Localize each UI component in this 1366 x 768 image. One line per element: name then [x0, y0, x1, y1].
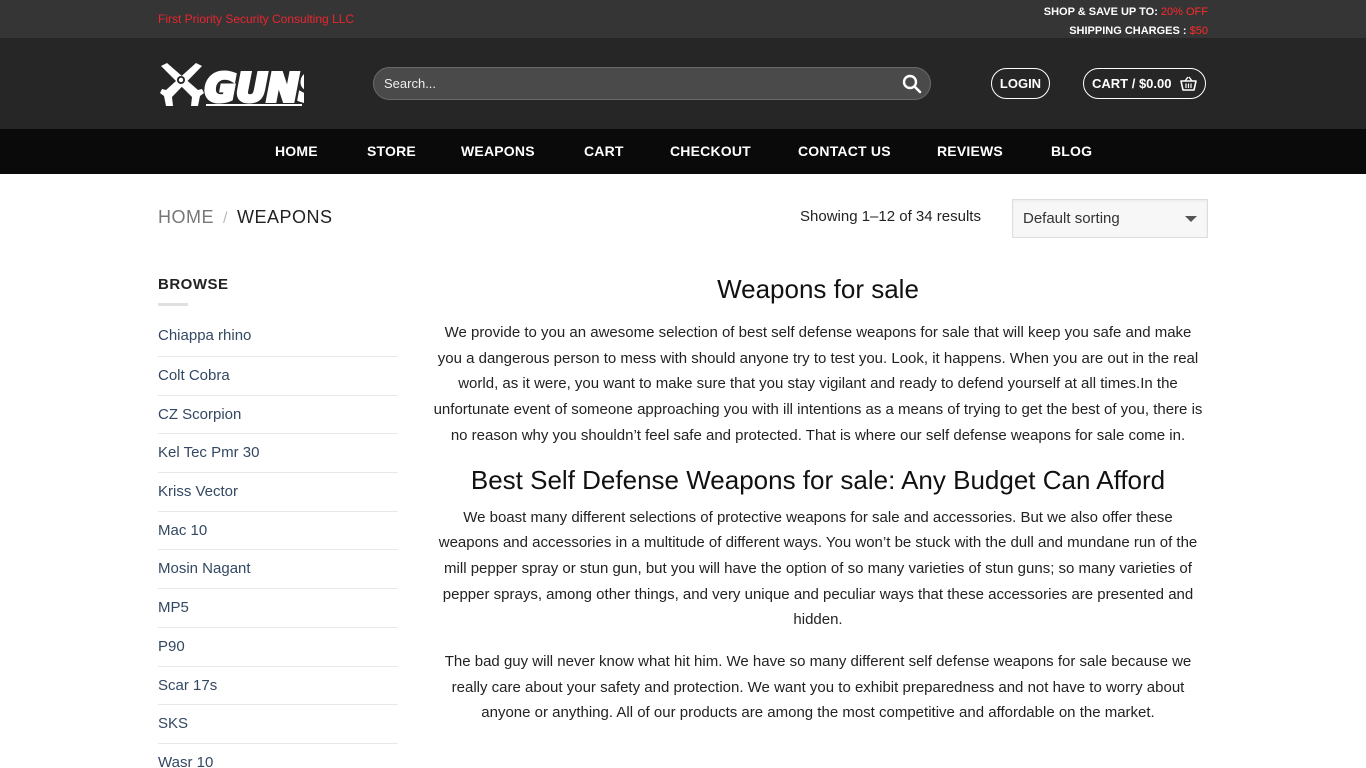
category-mp5[interactable]: MP5: [158, 589, 398, 628]
category-mosin-nagant[interactable]: Mosin Nagant: [158, 550, 398, 590]
logo-text: GUNS: [205, 66, 304, 108]
page-title: Weapons for sale: [717, 274, 919, 304]
nav-reviews[interactable]: REVIEWS: [937, 143, 1003, 159]
site-header: GUNS GUNS LOGIN CART / $0.00: [0, 38, 1366, 129]
category-description: Weapons for sale We provide to you an aw…: [433, 274, 1203, 742]
sidebar-title: BROWSE: [158, 276, 229, 293]
search-bar: [373, 67, 931, 100]
category-kel-tec-pmr-30[interactable]: Kel Tec Pmr 30: [158, 434, 398, 474]
crossed-revolvers-logo-icon: [160, 63, 204, 106]
promo-save-value: 20% OFF: [1160, 6, 1208, 18]
nav-checkout[interactable]: CHECKOUT: [670, 143, 751, 159]
category-colt-cobra[interactable]: Colt Cobra: [158, 357, 398, 396]
site-logo[interactable]: GUNS GUNS: [158, 60, 304, 108]
nav-cart[interactable]: CART: [584, 143, 624, 159]
results-count: Showing 1–12 of 34 results: [800, 208, 981, 225]
promo-shipping-label: SHIPPING CHARGES :: [1069, 25, 1187, 37]
breadcrumb-home-link[interactable]: HOME: [158, 207, 214, 227]
breadcrumb: HOME / WEAPONS: [158, 207, 332, 228]
category-wasr-10[interactable]: Wasr 10: [158, 744, 398, 768]
category-kriss-vector[interactable]: Kriss Vector: [158, 473, 398, 512]
intro-paragraph: We provide to you an awesome selection o…: [433, 324, 1203, 444]
company-name: First Priority Security Consulting LLC: [158, 12, 355, 26]
promo-shipping-value: $50: [1189, 25, 1208, 37]
cart-button[interactable]: CART / $0.00: [1083, 68, 1206, 99]
nav-blog[interactable]: BLOG: [1051, 143, 1092, 159]
category-scar-17s[interactable]: Scar 17s: [158, 667, 398, 706]
sidebar: BROWSE Chiappa rhino Colt Cobra CZ Scorp…: [158, 276, 398, 768]
promo-text: SHOP & SAVE UP TO: 20% OFF SHIPPING CHAR…: [1044, 3, 1208, 41]
cart-label: CART / $0.00: [1092, 76, 1172, 91]
section-heading: Best Self Defense Weapons for sale: Any …: [470, 464, 1166, 495]
category-chiappa-rhino[interactable]: Chiappa rhino: [158, 324, 398, 357]
nav-contact-us[interactable]: CONTACT US: [798, 143, 891, 159]
nav-store[interactable]: STORE: [367, 143, 416, 159]
category-list: Chiappa rhino Colt Cobra CZ Scorpion Kel…: [158, 324, 398, 768]
sidebar-title-divider: [158, 303, 188, 306]
search-icon[interactable]: [902, 74, 922, 94]
shopping-basket-icon: [1180, 76, 1197, 91]
breadcrumb-current: WEAPONS: [236, 207, 333, 227]
search-input[interactable]: [384, 68, 884, 99]
breadcrumb-separator: /: [223, 210, 228, 227]
sort-selected-value: Default sorting: [1023, 210, 1120, 227]
body-paragraph-1: We boast many different selections of pr…: [438, 508, 1198, 629]
nav-home[interactable]: HOME: [275, 143, 318, 159]
sort-select[interactable]: Default sorting: [1012, 199, 1208, 238]
nav-weapons[interactable]: WEAPONS: [461, 143, 535, 159]
main-nav: HOME STORE WEAPONS CART CHECKOUT CONTACT…: [0, 129, 1366, 174]
top-bar: First Priority Security Consulting LLC S…: [0, 0, 1366, 38]
login-button[interactable]: LOGIN: [991, 68, 1050, 99]
category-cz-scorpion[interactable]: CZ Scorpion: [158, 396, 398, 435]
body-paragraph-2: The bad guy will never know what hit him…: [444, 653, 1192, 722]
category-mac-10[interactable]: Mac 10: [158, 512, 398, 551]
promo-save-label: SHOP & SAVE UP TO:: [1043, 6, 1158, 18]
category-sks[interactable]: SKS: [158, 705, 398, 744]
dropdown-caret-icon: [1185, 216, 1197, 222]
category-p90[interactable]: P90: [158, 628, 398, 667]
